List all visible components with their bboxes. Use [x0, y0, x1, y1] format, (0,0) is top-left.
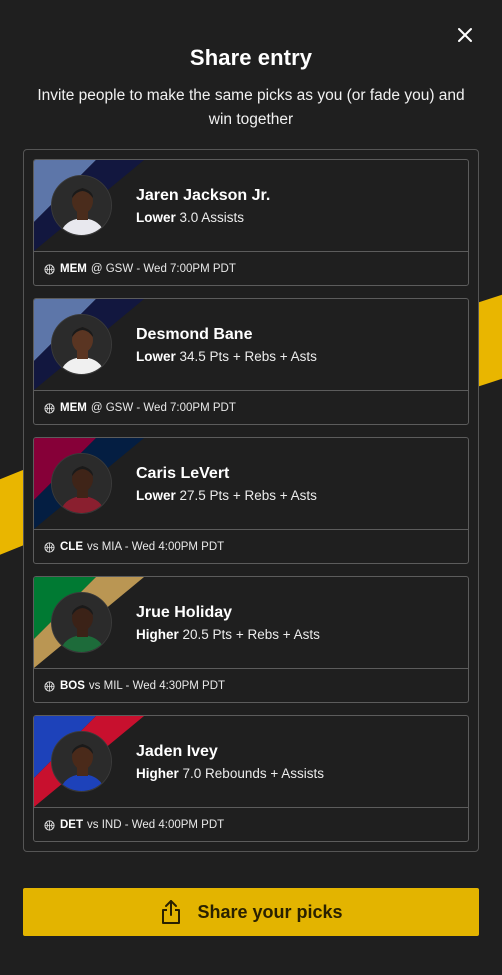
game-matchup: vs IND - Wed 4:00PM PDT	[87, 819, 225, 831]
picks-list: Jaren Jackson Jr. Lower 3.0 Assists MEM …	[23, 149, 479, 852]
pick-stat-line: 34.5 Pts + Rebs + Asts	[179, 349, 317, 364]
close-icon	[458, 28, 472, 42]
basketball-icon	[44, 819, 55, 831]
player-name: Caris LeVert	[136, 465, 230, 482]
close-button[interactable]	[454, 24, 476, 46]
pick-line: Higher 20.5 Pts + Rebs + Asts	[136, 627, 320, 642]
pick-stat-line: 20.5 Pts + Rebs + Asts	[182, 627, 320, 642]
pick-card-header: Caris LeVert Lower 27.5 Pts + Rebs + Ast…	[34, 438, 468, 529]
player-avatar	[51, 453, 112, 514]
player-avatar	[51, 314, 112, 375]
pick-card-header: Jaden Ivey Higher 7.0 Rebounds + Assists	[34, 716, 468, 807]
game-info: DET vs IND - Wed 4:00PM PDT	[34, 807, 468, 841]
pick-stat-line: 7.0 Rebounds + Assists	[182, 766, 324, 781]
team-abbreviation: DET	[60, 819, 83, 831]
pick-line: Higher 7.0 Rebounds + Assists	[136, 766, 324, 781]
player-avatar	[51, 592, 112, 653]
share-icon	[162, 900, 181, 924]
game-matchup: @ GSW - Wed 7:00PM PDT	[90, 263, 236, 275]
share-entry-modal: Share entry Invite people to make the sa…	[0, 0, 502, 975]
pick-card: Desmond Bane Lower 34.5 Pts + Rebs + Ast…	[33, 298, 469, 425]
pick-direction: Higher	[136, 766, 179, 781]
pick-card: Jaren Jackson Jr. Lower 3.0 Assists MEM …	[33, 159, 469, 286]
team-abbreviation: CLE	[60, 541, 83, 553]
pick-direction: Lower	[136, 349, 176, 364]
pick-card: Caris LeVert Lower 27.5 Pts + Rebs + Ast…	[33, 437, 469, 564]
pick-card: Jaden Ivey Higher 7.0 Rebounds + Assists…	[33, 715, 469, 842]
pick-line: Lower 27.5 Pts + Rebs + Asts	[136, 488, 317, 503]
pick-card-header: Jaren Jackson Jr. Lower 3.0 Assists	[34, 160, 468, 251]
player-avatar	[51, 175, 112, 236]
basketball-icon	[44, 541, 55, 553]
modal-title: Share entry	[189, 45, 313, 70]
pick-card-header: Jrue Holiday Higher 20.5 Pts + Rebs + As…	[34, 577, 468, 668]
share-picks-button[interactable]: Share your picks	[23, 888, 479, 936]
team-abbreviation: MEM	[60, 263, 87, 275]
pick-line: Lower 3.0 Assists	[136, 210, 244, 225]
pick-direction: Lower	[136, 488, 176, 503]
share-button-label: Share your picks	[197, 901, 343, 922]
game-info: CLE vs MIA - Wed 4:00PM PDT	[34, 529, 468, 563]
pick-line: Lower 34.5 Pts + Rebs + Asts	[136, 349, 317, 364]
player-name: Jaden Ivey	[136, 743, 218, 760]
game-matchup: @ GSW - Wed 7:00PM PDT	[90, 402, 236, 414]
pick-card: Jrue Holiday Higher 20.5 Pts + Rebs + As…	[33, 576, 469, 703]
game-matchup: vs MIL - Wed 4:30PM PDT	[88, 680, 226, 692]
pick-direction: Lower	[136, 210, 176, 225]
game-info: BOS vs MIL - Wed 4:30PM PDT	[34, 668, 468, 702]
team-abbreviation: BOS	[60, 680, 85, 692]
modal-subtitle: Invite people to make the same picks as …	[37, 87, 465, 128]
pick-stat-line: 27.5 Pts + Rebs + Asts	[179, 488, 317, 503]
game-matchup: vs MIA - Wed 4:00PM PDT	[87, 541, 225, 553]
player-name: Jaren Jackson Jr.	[136, 187, 271, 204]
player-name: Desmond Bane	[136, 326, 253, 343]
basketball-icon	[44, 263, 55, 275]
pick-stat-line: 3.0 Assists	[179, 210, 245, 225]
pick-card-header: Desmond Bane Lower 34.5 Pts + Rebs + Ast…	[34, 299, 468, 390]
game-info: MEM @ GSW - Wed 7:00PM PDT	[34, 390, 468, 424]
team-abbreviation: MEM	[60, 402, 87, 414]
game-info: MEM @ GSW - Wed 7:00PM PDT	[34, 251, 468, 285]
pick-direction: Higher	[136, 627, 179, 642]
basketball-icon	[44, 680, 55, 692]
player-avatar	[51, 731, 112, 792]
basketball-icon	[44, 402, 55, 414]
player-name: Jrue Holiday	[136, 604, 233, 621]
